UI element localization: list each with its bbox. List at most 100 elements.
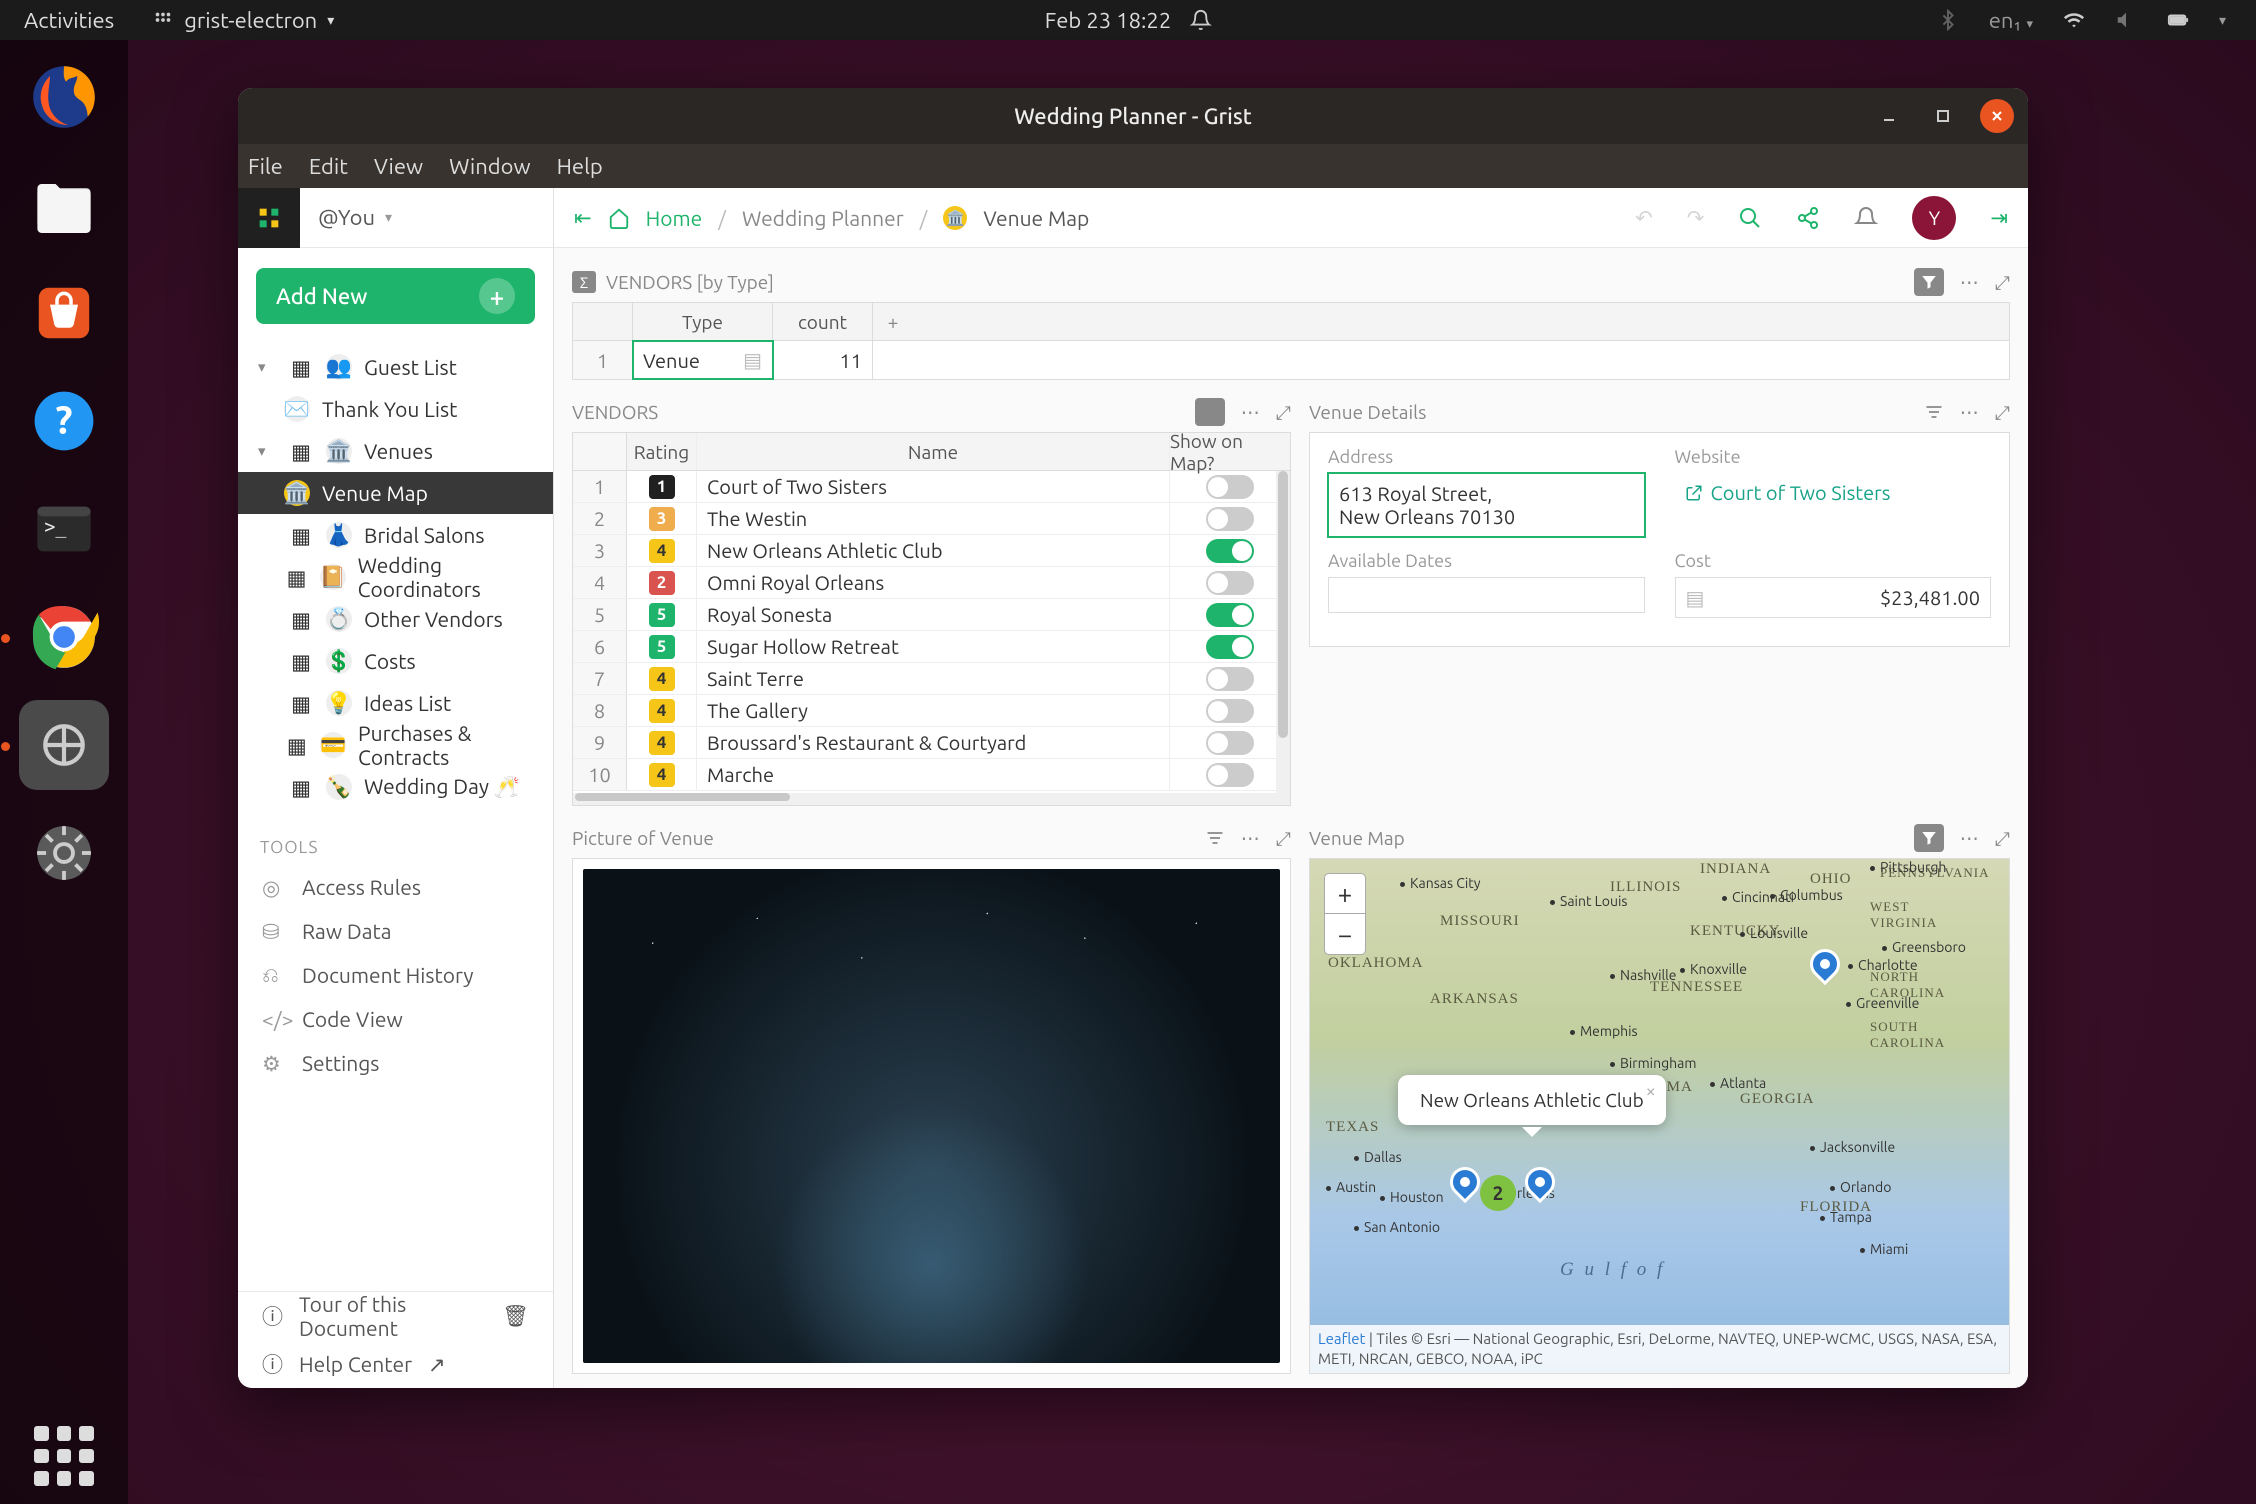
toggle[interactable] [1206,539,1254,563]
table-row[interactable]: 11Court of Two Sisters [573,471,1290,503]
collapse-right-icon[interactable]: ⇥ [1990,205,2008,230]
clock[interactable]: Feb 23 18:22 [1045,8,1172,33]
bottom-help-center[interactable]: ⓘHelp Center↗ [238,1340,553,1388]
avatar[interactable]: Y [1912,196,1956,240]
website-field[interactable]: Court of Two Sisters [1675,473,1992,512]
table-row[interactable]: 34New Orleans Athletic Club [573,535,1290,567]
tool-settings[interactable]: ⚙Settings [238,1041,553,1085]
sidebar-item-thank-you-list[interactable]: ✉️Thank You List [238,388,553,430]
toggle[interactable] [1206,763,1254,787]
table-row[interactable]: 65Sugar Hollow Retreat [573,631,1290,663]
type-cell[interactable]: Venue▤ [633,341,773,379]
menu-help[interactable]: Help [557,154,603,179]
table-row[interactable]: 74Saint Terre [573,663,1290,695]
more-icon[interactable]: ⋯ [1241,401,1260,424]
toggle[interactable] [1206,507,1254,531]
table-row[interactable]: 23The Westin [573,503,1290,535]
minimize-button[interactable] [1872,99,1906,133]
volume-icon[interactable] [2115,9,2137,31]
app-menu[interactable]: grist-electron ▾ [138,8,348,33]
table-row[interactable]: 104Marche [573,759,1290,791]
close-button[interactable] [1980,99,2014,133]
tool-raw-data[interactable]: ⛁Raw Data [238,909,553,953]
firefox-icon[interactable] [19,52,109,142]
share-icon[interactable] [1796,206,1820,230]
undo-icon[interactable]: ↶ [1635,205,1653,230]
more-icon[interactable]: ⋯ [1241,827,1260,850]
grist-logo[interactable] [238,188,300,248]
map[interactable]: + − OKLAHOMA MISSOURI ILLINOIS INDIANA O… [1309,858,2010,1374]
notification-icon[interactable] [1189,9,1211,31]
breadcrumb-page[interactable]: Venue Map [983,206,1089,230]
bell-icon[interactable] [1854,206,1878,230]
activities-button[interactable]: Activities [0,8,138,33]
table-row[interactable]: 94Broussard's Restaurant & Courtyard [573,727,1290,759]
menu-edit[interactable]: Edit [309,154,348,179]
toggle[interactable] [1206,699,1254,723]
show-apps-icon[interactable] [34,1426,94,1486]
breadcrumb-home[interactable]: Home [646,206,703,230]
popup-close-icon[interactable]: × [1646,1081,1656,1101]
toggle[interactable] [1206,635,1254,659]
battery-icon[interactable] [2167,9,2189,31]
sort-icon[interactable] [1205,828,1225,848]
breadcrumb-doc[interactable]: Wedding Planner [742,206,904,230]
map-cluster[interactable]: 2 [1480,1175,1516,1211]
add-new-button[interactable]: Add New + [256,268,535,324]
chrome-icon[interactable] [19,592,109,682]
toggle[interactable] [1206,667,1254,691]
filter-icon[interactable] [1914,268,1944,296]
trash-icon[interactable]: 🗑 [502,1303,529,1329]
more-icon[interactable]: ⋯ [1960,271,1979,294]
map-marker[interactable] [1804,943,1846,985]
grist-app-icon[interactable] [19,700,109,790]
tool-document-history[interactable]: ⎌Document History [238,953,553,997]
expand-icon[interactable]: ⤢ [1995,271,2010,294]
language-indicator[interactable]: en₁ ▾ [1989,8,2033,33]
sidebar-item-purchases-contracts[interactable]: ▦💳Purchases & Contracts [238,724,553,766]
sidebar-item-bridal-salons[interactable]: ▦👗Bridal Salons [238,514,553,556]
add-column-button[interactable]: + [873,303,913,340]
external-icon[interactable]: ↗ [428,1352,446,1377]
sidebar-item-other-vendors[interactable]: ▦💍Other Vendors [238,598,553,640]
software-icon[interactable] [19,268,109,358]
user-menu[interactable]: @You▾ [300,205,410,230]
filter-icon[interactable] [1914,824,1944,852]
sort-icon[interactable] [1924,402,1944,422]
tool-access-rules[interactable]: ◎Access Rules [238,865,553,909]
help-icon[interactable]: ? [19,376,109,466]
zoom-in-button[interactable]: + [1325,874,1365,914]
sidebar-item-costs[interactable]: ▦💲Costs [238,640,553,682]
zoom-out-button[interactable]: − [1325,914,1365,954]
table-row[interactable]: 84The Gallery [573,695,1290,727]
tool-code-view[interactable]: </>Code View [238,997,553,1041]
expand-icon[interactable]: ⤢ [1995,401,2010,424]
table-row[interactable]: 55Royal Sonesta [573,599,1290,631]
more-icon[interactable]: ⋯ [1960,827,1979,850]
terminal-icon[interactable]: >_ [19,484,109,574]
toggle[interactable] [1206,475,1254,499]
dates-field[interactable] [1328,577,1645,613]
maximize-button[interactable] [1926,99,1960,133]
sidebar-item-wedding-day-[interactable]: ▦🍾Wedding Day 🥂 [238,766,553,808]
sidebar-item-guest-list[interactable]: ▾▦👥Guest List [238,346,553,388]
sidebar-item-venue-map[interactable]: 🏛️Venue Map [238,472,553,514]
sidebar-item-ideas-list[interactable]: ▦💡Ideas List [238,682,553,724]
toggle[interactable] [1206,571,1254,595]
redo-icon[interactable]: ↷ [1687,205,1705,230]
settings-icon[interactable] [19,808,109,898]
expand-icon[interactable]: ⤢ [1276,827,1291,850]
menu-window[interactable]: Window [449,154,531,179]
files-icon[interactable] [19,160,109,250]
menu-view[interactable]: View [374,154,423,179]
sidebar-item-wedding-coordinators[interactable]: ▦📔Wedding Coordinators [238,556,553,598]
collapse-left-icon[interactable]: ⇤ [574,205,592,230]
wifi-icon[interactable] [2063,9,2085,31]
sort-icon[interactable] [1195,398,1225,426]
h-scrollbar[interactable] [573,793,1290,805]
address-field[interactable]: 613 Royal Street, New Orleans 70130 [1328,473,1645,537]
chevron-down-icon[interactable]: ▾ [2219,12,2226,29]
bluetooth-icon[interactable] [1937,9,1959,31]
cost-field[interactable]: ▤$23,481.00 [1675,577,1992,618]
scrollbar[interactable] [1276,471,1290,805]
